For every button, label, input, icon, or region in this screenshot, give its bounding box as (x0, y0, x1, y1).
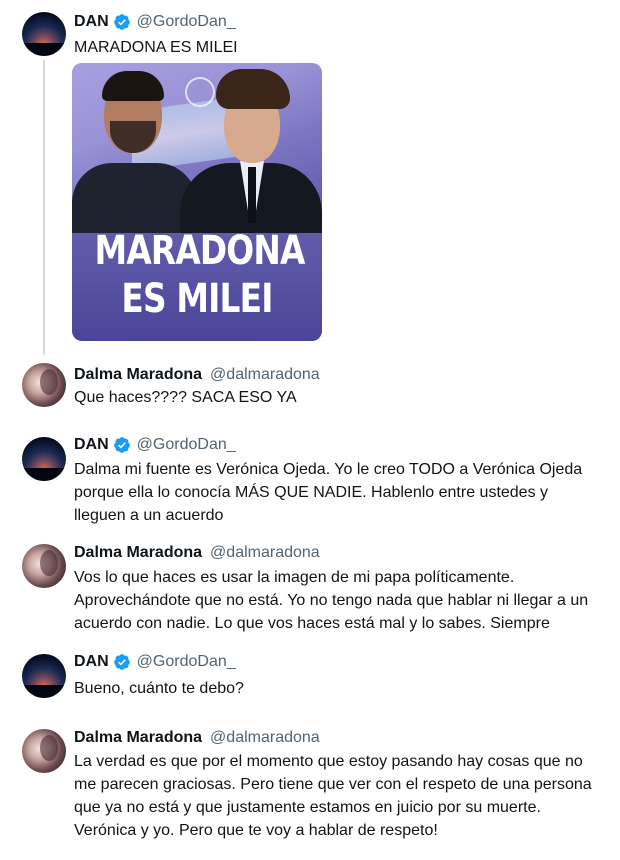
author-handle[interactable]: @GordoDan_ (137, 652, 236, 672)
author-name[interactable]: DAN (74, 435, 109, 455)
media-caption-line2: ES MILEI (121, 276, 273, 322)
thread-connector-line (43, 60, 45, 355)
tweet[interactable]: DAN @GordoDan_ Bueno, cuánto te debo? (0, 650, 620, 720)
tweet-header: Dalma Maradona @dalmaradona (74, 543, 320, 563)
author-handle[interactable]: @GordoDan_ (137, 435, 236, 455)
tweet-text: Bueno, cuánto te debo? (74, 680, 244, 697)
avatar[interactable] (22, 729, 66, 773)
author-handle[interactable]: @dalmaradona (210, 365, 320, 385)
author-name[interactable]: DAN (74, 12, 109, 32)
verified-badge-icon (113, 14, 130, 30)
author-handle[interactable]: @dalmaradona (210, 543, 320, 563)
tweet-text: Que haces???? SACA ESO YA (74, 389, 297, 406)
author-handle[interactable]: @GordoDan_ (137, 12, 236, 32)
verified-badge-icon (113, 437, 130, 453)
tweet-thread: DAN @GordoDan_ MARADONA ES MILEI MARADON… (0, 0, 620, 860)
media-caption: MARADONA ES MILEI (94, 227, 306, 323)
person-right-hair (216, 69, 290, 109)
tweet-text: Vos lo que haces es usar la imagen de mi… (74, 569, 589, 632)
author-name[interactable]: Dalma Maradona (74, 728, 202, 748)
media-caption-line1: MARADONA (94, 228, 306, 274)
emblem-icon (185, 77, 215, 107)
tweet[interactable]: Dalma Maradona @dalmaradona Que haces???… (0, 355, 620, 430)
tweet-header: Dalma Maradona @dalmaradona (74, 728, 320, 748)
avatar[interactable] (22, 437, 66, 481)
tweet-text: La verdad es que por el momento que esto… (74, 753, 592, 839)
avatar[interactable] (22, 12, 66, 56)
author-name[interactable]: DAN (74, 652, 109, 672)
author-name[interactable]: Dalma Maradona (74, 543, 202, 563)
tweet[interactable]: Dalma Maradona @dalmaradona La verdad es… (0, 725, 620, 855)
tweet-header: DAN @GordoDan_ (74, 652, 236, 672)
author-handle[interactable]: @dalmaradona (210, 728, 320, 748)
avatar[interactable] (22, 654, 66, 698)
person-right-tie (248, 167, 256, 223)
tweet-text: Dalma mi fuente es Verónica Ojeda. Yo le… (74, 461, 583, 524)
person-left-hair (102, 71, 164, 101)
avatar[interactable] (22, 363, 66, 407)
tweet-header: Dalma Maradona @dalmaradona (74, 365, 320, 385)
media-photo (72, 63, 322, 233)
verified-badge-icon (113, 654, 130, 670)
avatar[interactable] (22, 544, 66, 588)
tweet-header: DAN @GordoDan_ (74, 12, 236, 32)
tweet[interactable]: Dalma Maradona @dalmaradona Vos lo que h… (0, 540, 620, 645)
tweet-header: DAN @GordoDan_ (74, 435, 236, 455)
tweet[interactable]: DAN @GordoDan_ MARADONA ES MILEI MARADON… (0, 0, 620, 355)
person-left (72, 163, 197, 233)
tweet-text: MARADONA ES MILEI (74, 39, 238, 56)
tweet-media-image[interactable]: MARADONA ES MILEI (72, 63, 322, 341)
author-name[interactable]: Dalma Maradona (74, 365, 202, 385)
tweet[interactable]: DAN @GordoDan_ Dalma mi fuente es Veróni… (0, 433, 620, 533)
